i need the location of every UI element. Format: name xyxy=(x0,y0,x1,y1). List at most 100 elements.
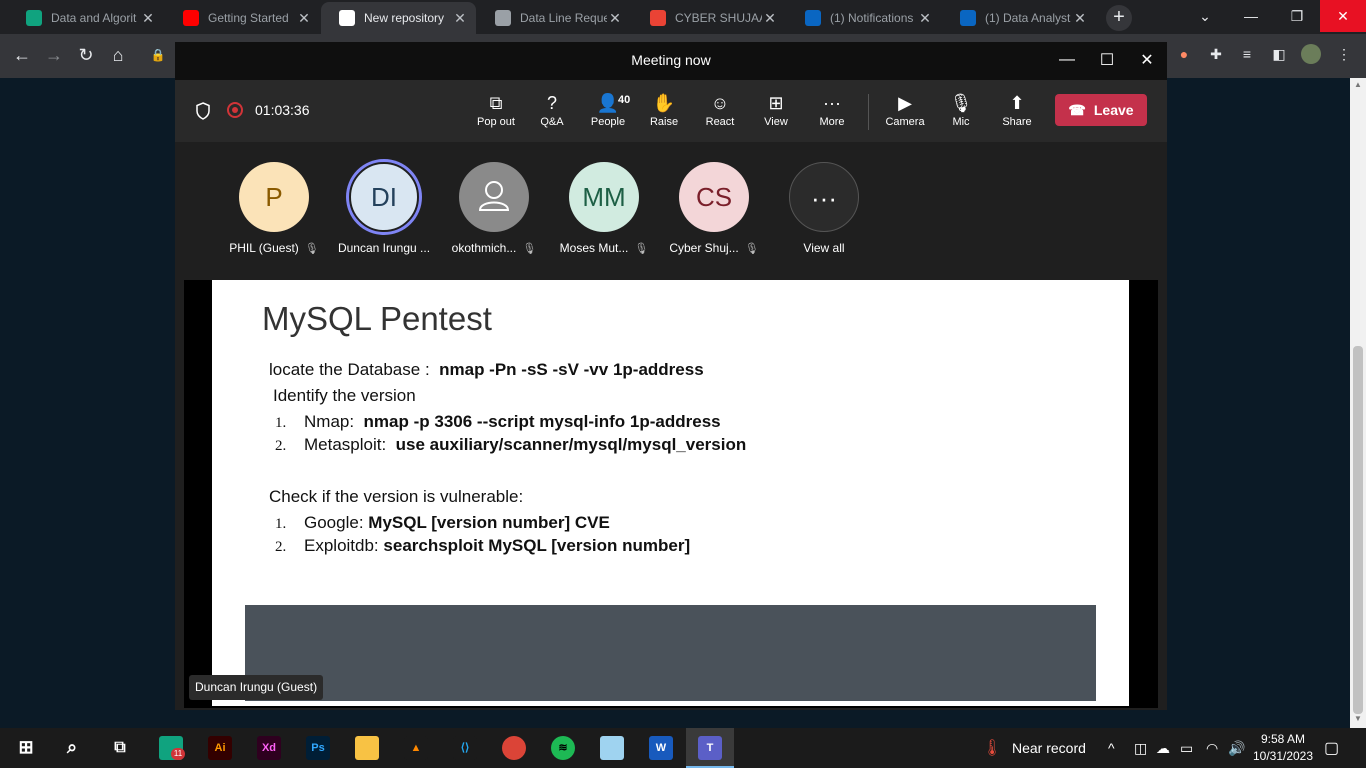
item-label: Exploitdb: xyxy=(304,536,379,555)
reload-icon[interactable]: ↻ xyxy=(74,44,98,68)
new-tab-button[interactable]: + xyxy=(1106,5,1132,31)
react-button[interactable]: ☺ React xyxy=(692,90,748,138)
leave-button[interactable]: ☎ Leave xyxy=(1055,94,1147,126)
minimize-icon[interactable]: — xyxy=(1228,0,1274,32)
forward-icon[interactable]: → xyxy=(42,44,66,68)
lock-icon[interactable]: 🔒 xyxy=(146,44,170,68)
avatar: CS xyxy=(679,162,749,232)
browser-tab[interactable]: (1) Notifications ✕ xyxy=(787,2,941,34)
taskbar-vscode[interactable]: ⟨⟩ xyxy=(453,736,477,760)
wifi-icon[interactable]: ◠ xyxy=(1206,740,1218,757)
browser-tab[interactable]: New repository ✕ xyxy=(321,2,476,34)
identify-item: Nmap: nmap -p 3306 --script mysql-info 1… xyxy=(304,412,721,432)
browser-tab[interactable]: Data Line Reque ✕ xyxy=(477,2,631,34)
tab-close-icon[interactable]: ✕ xyxy=(452,10,468,27)
participant-tile[interactable]: okothmich... 🎙 xyxy=(439,162,549,262)
tab-close-icon[interactable]: ✕ xyxy=(607,10,623,27)
media-control-icon[interactable]: ≡ xyxy=(1237,44,1257,64)
taskbar-photoshop[interactable]: Ps xyxy=(306,736,330,760)
list-number: 2. xyxy=(275,438,287,454)
pop-out-button[interactable]: ⧉ Pop out xyxy=(468,90,524,138)
tab-search-icon[interactable]: ⌄ xyxy=(1182,0,1228,32)
taskbar-xd[interactable]: Xd xyxy=(257,736,281,760)
task-view-icon[interactable]: ⧉ xyxy=(108,736,132,760)
participant-name-text: okothmich... xyxy=(451,241,517,255)
participant-name: Duncan Irungu ... xyxy=(329,241,439,255)
clock-time: 9:58 AM xyxy=(1260,732,1306,746)
tab-close-icon[interactable]: ✕ xyxy=(917,10,933,27)
weather-text[interactable]: Near record xyxy=(1012,740,1086,756)
participant-tile[interactable]: DI Duncan Irungu ... xyxy=(329,162,439,262)
identify-heading: Identify the version xyxy=(273,386,416,405)
mic-button[interactable]: 🎙 Mic xyxy=(933,90,989,138)
raise-button[interactable]: ✋ Raise xyxy=(636,90,692,138)
extensions-puzzle-icon[interactable]: ✚ xyxy=(1206,44,1226,64)
tab-close-icon[interactable]: ✕ xyxy=(762,10,778,27)
volume-icon[interactable]: 🔊 xyxy=(1228,740,1245,757)
extension-icon[interactable]: ● xyxy=(1174,44,1194,64)
more-button[interactable]: ··· More xyxy=(804,90,860,138)
weather-thermometer-icon[interactable]: 🌡 xyxy=(982,738,1002,758)
taskbar-chrome[interactable] xyxy=(502,736,526,760)
back-icon[interactable]: ← xyxy=(10,44,34,68)
restore-icon[interactable]: ❐ xyxy=(1274,0,1320,32)
camera-button[interactable]: ▶ Camera xyxy=(877,90,933,138)
tab-close-icon[interactable]: ✕ xyxy=(140,10,156,27)
home-icon[interactable]: ⌂ xyxy=(106,44,130,68)
tab-close-icon[interactable]: ✕ xyxy=(1072,10,1088,27)
windows-taskbar: ⊞ ⌕ ⧉ 11 Ai Xd Ps ▲ ⟨⟩ ≋ W T 🌡 Near record ^ ◫ ☁… xyxy=(0,728,1366,768)
view-all-button[interactable]: ··· View all xyxy=(769,162,879,262)
muted-mic-icon: 🎙 xyxy=(744,243,759,255)
search-icon[interactable]: ⌕ xyxy=(60,736,84,760)
slide-locate-line: locate the Database : nmap -Pn -sS -sV -… xyxy=(269,360,704,380)
taskbar-app[interactable] xyxy=(600,736,624,760)
tab-close-icon[interactable]: ✕ xyxy=(296,10,312,27)
slide-title: MySQL Pentest xyxy=(262,300,492,337)
view-button[interactable]: ⊞ View xyxy=(748,90,804,138)
taskbar-teams[interactable]: T xyxy=(698,736,722,760)
tab-title: Data Line Reque xyxy=(520,11,607,25)
taskbar-illustrator[interactable]: Ai xyxy=(208,736,232,760)
notifications-icon[interactable]: ▢ xyxy=(1324,738,1339,758)
more-icon: ··· xyxy=(823,93,841,113)
page-scrollbar[interactable]: ▲ ▼ xyxy=(1350,78,1366,728)
check-item: Exploitdb: searchsploit MySQL [version n… xyxy=(304,536,690,556)
browser-tab[interactable]: Data and Algorit ✕ xyxy=(8,2,164,34)
scroll-up-icon[interactable]: ▲ xyxy=(1350,78,1366,92)
profile-avatar[interactable] xyxy=(1301,44,1321,64)
system-clock[interactable]: 9:58 AM 10/31/2023 xyxy=(1244,731,1322,765)
camera-off-icon: ▶ xyxy=(898,93,912,113)
meeting-maximize-icon[interactable]: ☐ xyxy=(1087,42,1127,78)
meet-now-icon[interactable]: ◫ xyxy=(1134,740,1147,757)
item-command: searchsploit MySQL [version number] xyxy=(383,536,691,555)
battery-icon[interactable]: ▭ xyxy=(1180,740,1193,757)
taskbar-word[interactable]: W xyxy=(649,736,673,760)
people-button[interactable]: 👤 40 People xyxy=(580,90,636,138)
participant-tile[interactable]: P PHIL (Guest) 🎙 xyxy=(219,162,329,262)
close-window-icon[interactable]: ✕ xyxy=(1320,0,1366,32)
scroll-down-icon[interactable]: ▼ xyxy=(1350,712,1366,726)
phone-hangup-icon: ☎ xyxy=(1068,101,1086,118)
onedrive-icon[interactable]: ☁ xyxy=(1156,740,1170,757)
browser-tab[interactable]: Getting Started ✕ xyxy=(165,2,320,34)
scrollbar-thumb[interactable] xyxy=(1353,346,1363,714)
taskbar-file-explorer[interactable] xyxy=(355,736,379,760)
participant-tile[interactable]: MM Moses Mut... 🎙 xyxy=(549,162,659,262)
browser-tab[interactable]: CYBER SHUJAA ✕ xyxy=(632,2,786,34)
tray-chevron-icon[interactable]: ^ xyxy=(1108,740,1115,756)
browser-menu-icon[interactable]: ⋮ xyxy=(1334,44,1354,64)
meeting-close-icon[interactable]: ✕ xyxy=(1127,42,1167,78)
taskbar-vlc[interactable]: ▲ xyxy=(404,736,428,760)
browser-tab[interactable]: (1) Data Analyst ✕ xyxy=(942,2,1096,34)
q-a-button[interactable]: ? Q&A xyxy=(524,90,580,138)
people-count: 40 xyxy=(618,94,631,106)
meeting-minimize-icon[interactable]: — xyxy=(1047,42,1087,78)
taskbar-spotify[interactable]: ≋ xyxy=(551,736,575,760)
windows-start-icon[interactable]: ⊞ xyxy=(14,736,38,760)
identify-item: Metasploit: use auxiliary/scanner/mysql/… xyxy=(304,435,746,455)
side-panel-icon[interactable]: ◧ xyxy=(1269,44,1289,64)
tab-title: (1) Data Analyst xyxy=(985,11,1071,25)
share-icon: ⬆ xyxy=(1009,93,1025,113)
participant-tile[interactable]: CS Cyber Shuj... 🎙 xyxy=(659,162,769,262)
share-button[interactable]: ⬆ Share xyxy=(989,90,1045,138)
